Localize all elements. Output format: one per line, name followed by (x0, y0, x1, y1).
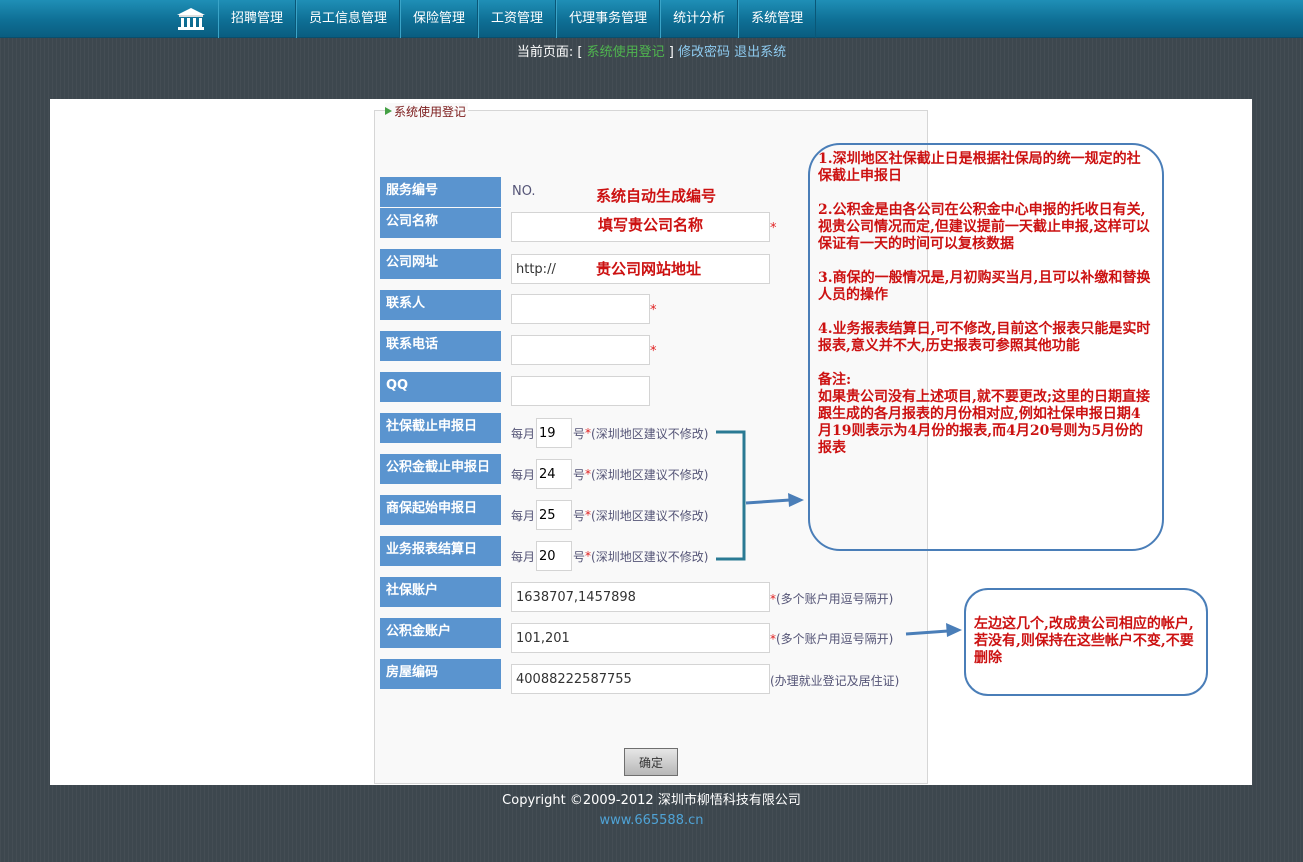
label-report-settle: 业务报表结算日 (380, 536, 501, 566)
nav-agency-affairs[interactable]: 代理事务管理 (556, 0, 661, 38)
bubble-note-remark: 如果贵公司没有上述项目,就不要更改;这里的日期直接跟生成的各月报表的月份相对应,… (818, 389, 1151, 456)
day-suffix: 号 (573, 467, 586, 482)
service-no-value: NO. (512, 184, 536, 199)
phone-input[interactable] (511, 335, 650, 365)
nav-statistics[interactable]: 统计分析 (660, 0, 739, 38)
annotation-bubble-bottom: 左边这几个,改成贵公司相应的帐户,若没有,则保持在这些帐户不变,不要删除 (964, 588, 1208, 696)
annotation-fill-name: 填写贵公司名称 (598, 216, 704, 234)
main-nav: 招聘管理 员工信息管理 保险管理 工资管理 代理事务管理 统计分析 系统管理 (218, 0, 817, 38)
social-deadline-row: 每月 号 * (深圳地区建议不修改) (511, 418, 708, 448)
label-phone: 联系电话 (380, 331, 501, 361)
fund-deadline-input[interactable] (536, 459, 573, 489)
triangle-right-icon (385, 107, 392, 115)
commercial-start-note: (深圳地区建议不修改) (591, 508, 709, 523)
day-suffix: 号 (573, 549, 586, 564)
bubble-note-2: 2.公积金是由各公司在公积金中心申报的托收日有关,视贵公司情况而定,但建议提前一… (818, 202, 1150, 252)
social-deadline-input[interactable] (536, 418, 573, 448)
day-suffix: 号 (573, 508, 586, 523)
label-service-no: 服务编号 (380, 177, 501, 207)
house-code-input[interactable] (511, 664, 770, 694)
social-account-input[interactable] (511, 582, 770, 612)
per-month-text: 每月 (511, 426, 536, 441)
annotation-bubble-right: 1.深圳地区社保截止日是根据社保局的统一规定的社保截止申报日 2.公积金是由各公… (808, 143, 1164, 551)
bubble-bottom-note: 左边这几个,改成贵公司相应的帐户,若没有,则保持在这些帐户不变,不要删除 (974, 616, 1194, 666)
nav-employee-info[interactable]: 员工信息管理 (296, 0, 401, 38)
footer-site-link[interactable]: www.665588.cn (0, 813, 1303, 828)
contact-input[interactable] (511, 294, 650, 324)
social-account-hint: *(多个账户用逗号隔开) (770, 590, 893, 607)
breadcrumb-prefix: 当前页面: [ (516, 45, 583, 60)
nav-system[interactable]: 系统管理 (738, 0, 817, 38)
fund-account-hint: *(多个账户用逗号隔开) (770, 630, 893, 647)
social-deadline-note: (深圳地区建议不修改) (591, 426, 709, 441)
footer-copyright: Copyright ©2009-2012 深圳市柳悟科技有限公司 (502, 793, 801, 808)
per-month-text: 每月 (511, 508, 536, 523)
label-fund-account: 公积金账户 (380, 618, 501, 648)
day-suffix: 号 (573, 426, 586, 441)
per-month-text: 每月 (511, 467, 536, 482)
confirm-button[interactable]: 确定 (624, 748, 678, 776)
logout-link[interactable]: 退出系统 (734, 45, 786, 60)
bubble-note-4: 4.业务报表结算日,可不修改,目前这个报表只能是实时报表,意义并不大,历史报表可… (818, 321, 1151, 354)
label-social-deadline: 社保截止申报日 (380, 413, 501, 443)
bubble-note-3: 3.商保的一般情况是,月初购买当月,且可以补缴和替换人员的操作 (818, 270, 1151, 303)
nav-insurance[interactable]: 保险管理 (400, 0, 479, 38)
per-month-text: 每月 (511, 549, 536, 564)
fund-account-note: (多个账户用逗号隔开) (776, 632, 894, 646)
fund-deadline-row: 每月 号 * (深圳地区建议不修改) (511, 459, 708, 489)
nav-payroll[interactable]: 工资管理 (478, 0, 557, 38)
label-qq: QQ (380, 372, 501, 402)
annotation-site-addr: 贵公司网站地址 (596, 260, 702, 278)
bubble-note-remark-title: 备注: (818, 372, 852, 388)
required-mark: * (650, 303, 657, 318)
bubble-note-1: 1.深圳地区社保截止日是根据社保局的统一规定的社保截止申报日 (818, 151, 1141, 184)
label-social-account: 社保账户 (380, 577, 501, 607)
required-mark: * (770, 221, 777, 236)
report-settle-input[interactable] (536, 541, 573, 571)
top-nav-bar: 招聘管理 员工信息管理 保险管理 工资管理 代理事务管理 统计分析 系统管理 (0, 0, 1303, 38)
report-settle-note: (深圳地区建议不修改) (591, 549, 709, 564)
house-code-note: (办理就业登记及居住证) (770, 674, 900, 688)
label-company-name: 公司名称 (380, 208, 501, 238)
label-house-code: 房屋编码 (380, 659, 501, 689)
annotation-auto-no: 系统自动生成编号 (596, 187, 717, 205)
breadcrumb-suffix: ] (668, 45, 674, 60)
social-account-note: (多个账户用逗号隔开) (776, 592, 894, 606)
commercial-start-input[interactable] (536, 500, 573, 530)
report-settle-row: 每月 号 * (深圳地区建议不修改) (511, 541, 708, 571)
form-legend-text: 系统使用登记 (394, 104, 467, 119)
breadcrumb: 当前页面: [ 系统使用登记 ] 修改密码 退出系统 (0, 41, 1303, 60)
required-mark: * (650, 344, 657, 359)
nav-recruitment[interactable]: 招聘管理 (218, 0, 297, 38)
fund-account-input[interactable] (511, 623, 770, 653)
change-password-link[interactable]: 修改密码 (678, 45, 730, 60)
label-company-site: 公司网址 (380, 249, 501, 279)
label-contact: 联系人 (380, 290, 501, 320)
label-commercial-start: 商保起始申报日 (380, 495, 501, 525)
label-fund-deadline: 公积金截止申报日 (380, 454, 501, 484)
form-legend: 系统使用登记 (385, 103, 469, 119)
home-building-icon[interactable] (176, 7, 206, 31)
qq-input[interactable] (511, 376, 650, 406)
fund-deadline-note: (深圳地区建议不修改) (591, 467, 709, 482)
commercial-start-row: 每月 号 * (深圳地区建议不修改) (511, 500, 708, 530)
breadcrumb-current[interactable]: 系统使用登记 (587, 45, 665, 60)
